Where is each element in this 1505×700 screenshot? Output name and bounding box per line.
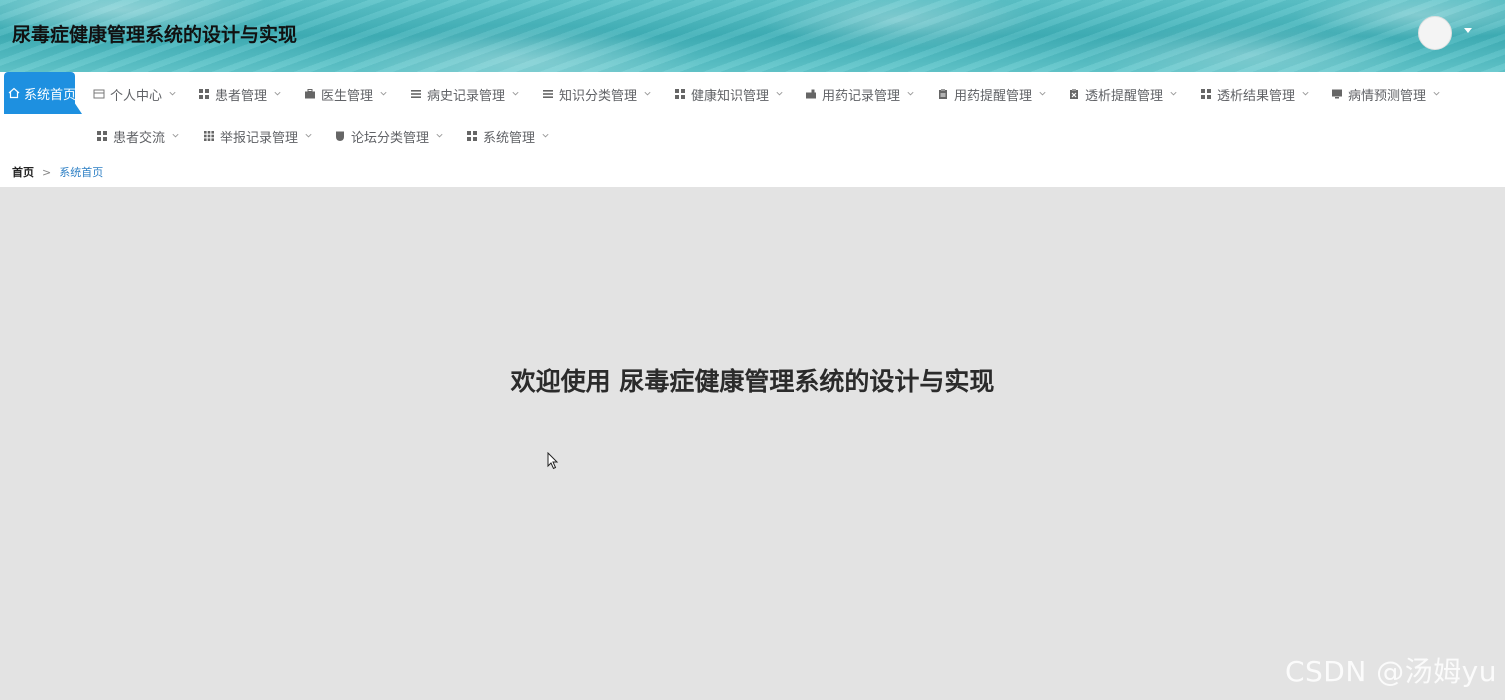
clipboard-x-icon (1067, 87, 1081, 101)
nav-item-label: 病情预测管理 (1348, 88, 1427, 104)
nav-item-dialysis-result[interactable]: 透析结果管理 (1199, 73, 1311, 115)
home-icon (8, 86, 20, 100)
nav-item-label: 用药记录管理 (822, 88, 901, 104)
chevron-down-icon (906, 89, 916, 99)
chevron-down-icon (1169, 89, 1179, 99)
breadcrumb-current: 系统首页 (59, 166, 104, 179)
nav-item-medication-reminder[interactable]: 用药提醒管理 (936, 73, 1048, 115)
briefcase-icon (303, 87, 317, 101)
nav-item-health-knowledge[interactable]: 健康知识管理 (673, 73, 785, 115)
monitor-icon (1330, 87, 1344, 101)
chevron-down-icon (775, 89, 785, 99)
nav-item-patient-communication[interactable]: 患者交流 (95, 115, 181, 157)
top-header: 尿毒症健康管理系统的设计与实现 (0, 0, 1505, 72)
breadcrumb-home-link[interactable]: 首页 (12, 164, 34, 180)
clipboard-icon (936, 87, 950, 101)
grid-icon (1199, 87, 1213, 101)
toolbox-icon (804, 87, 818, 101)
chevron-down-icon (304, 131, 314, 141)
chevron-down-icon (1038, 89, 1048, 99)
nav-item-knowledge-category[interactable]: 知识分类管理 (541, 73, 653, 115)
nav-item-label: 系统首页 (24, 87, 77, 103)
nav-item-report-record[interactable]: 举报记录管理 (202, 115, 314, 157)
main-content-area (0, 187, 1505, 700)
grid-icon (673, 87, 687, 101)
breadcrumb-separator: > (42, 165, 52, 179)
grid-icon (95, 129, 109, 143)
nav-item-label: 用药提醒管理 (954, 88, 1033, 104)
nav-item-forum-category[interactable]: 论坛分类管理 (333, 115, 445, 157)
nav-item-label: 病史记录管理 (427, 88, 506, 104)
nav-item-personal-center[interactable]: 个人中心 (92, 73, 178, 115)
welcome-message: 欢迎使用 尿毒症健康管理系统的设计与实现 (510, 367, 995, 396)
nav-item-condition-prediction[interactable]: 病情预测管理 (1330, 73, 1442, 115)
shield-icon (333, 129, 347, 143)
nav-item-label: 医生管理 (321, 88, 374, 104)
nav-item-label: 患者管理 (215, 88, 268, 104)
nav-item-dialysis-reminder[interactable]: 透析提醒管理 (1067, 73, 1179, 115)
watermark-text: CSDN @汤姆yu (1284, 655, 1497, 688)
nav-item-doctor-management[interactable]: 医生管理 (303, 73, 389, 115)
chevron-down-icon (1432, 89, 1442, 99)
chevron-down-icon (1301, 89, 1311, 99)
nav-item-label: 论坛分类管理 (351, 130, 430, 146)
chevron-down-icon (379, 89, 389, 99)
breadcrumb: 首页 > 系统首页 (12, 164, 103, 180)
grid-icon (197, 87, 211, 101)
nav-item-label: 健康知识管理 (691, 88, 770, 104)
nav-item-label: 个人中心 (110, 88, 163, 104)
chevron-down-icon (273, 89, 283, 99)
chevron-down-icon (435, 131, 445, 141)
nav-item-label: 知识分类管理 (559, 88, 638, 104)
nav-item-label: 透析结果管理 (1217, 88, 1296, 104)
card-icon (92, 87, 106, 101)
mouse-pointer-icon (547, 452, 559, 470)
chevron-down-icon (171, 131, 181, 141)
list-icon (409, 87, 423, 101)
nav-item-system-management[interactable]: 系统管理 (465, 115, 551, 157)
top-navigation-menu: 系统首页 个人中心 患者管理 医生管理 病史记录管理 知识分类管理 健康知识管理… (0, 72, 1505, 187)
nav-item-label: 系统管理 (483, 130, 536, 146)
grid-icon (465, 129, 479, 143)
nav-item-label: 透析提醒管理 (1085, 88, 1164, 104)
chevron-down-icon (541, 131, 551, 141)
nav-item-patient-management[interactable]: 患者管理 (197, 73, 283, 115)
chevron-down-icon (168, 89, 178, 99)
nav-item-home[interactable]: 系统首页 (4, 72, 82, 114)
user-avatar[interactable] (1418, 16, 1452, 50)
avatar-dropdown-caret-icon[interactable] (1464, 28, 1472, 33)
menu-icon (541, 87, 555, 101)
nav-item-label: 举报记录管理 (220, 130, 299, 146)
apps-icon (202, 129, 216, 143)
chevron-down-icon (511, 89, 521, 99)
nav-item-medication-record[interactable]: 用药记录管理 (804, 73, 916, 115)
nav-item-label: 患者交流 (113, 130, 166, 146)
chevron-down-icon (643, 89, 653, 99)
app-title: 尿毒症健康管理系统的设计与实现 (12, 24, 298, 46)
nav-item-medical-history[interactable]: 病史记录管理 (409, 73, 521, 115)
